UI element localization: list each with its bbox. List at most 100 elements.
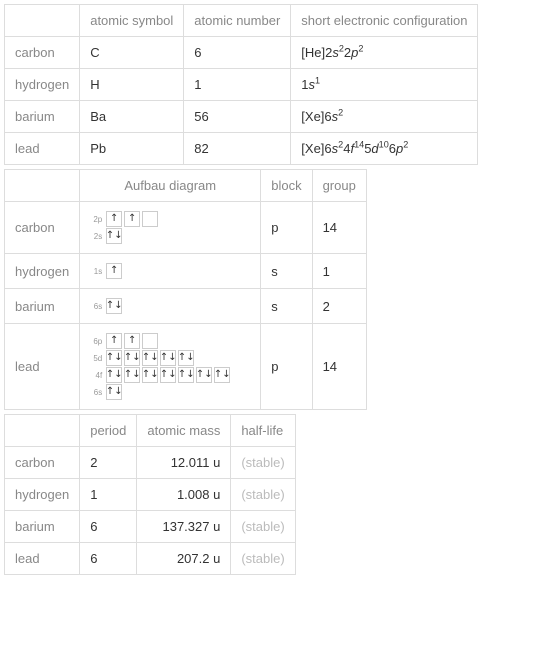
table-row: leadPb82[Xe]6s24f145d106p2 bbox=[5, 133, 478, 165]
orbital-box-icon: ↑↓ bbox=[106, 367, 122, 383]
atomic-symbol: C bbox=[80, 37, 184, 69]
element-name: carbon bbox=[5, 202, 80, 254]
orbital-box-icon: ↑↓ bbox=[106, 228, 122, 244]
orbital-box-icon: ↑↓ bbox=[142, 367, 158, 383]
orbital-box-icon: ↑ bbox=[106, 211, 122, 227]
orbital-box-icon: ↑↓ bbox=[214, 367, 230, 383]
orbital-label: 5d bbox=[90, 354, 102, 363]
atomic-mass-value: 207.2 u bbox=[137, 543, 231, 575]
orbital-box-icon: ↑↓ bbox=[142, 350, 158, 366]
col-atomic-number: atomic number bbox=[184, 5, 291, 37]
table-row: carbon 2p ↑↑ 2s ↑↓ p14 bbox=[5, 202, 367, 254]
element-name: barium bbox=[5, 511, 80, 543]
orbital-row: 2p ↑↑ bbox=[90, 211, 250, 227]
orbital-box-icon: ↑↓ bbox=[160, 350, 176, 366]
orbital-box-icon: ↑ bbox=[106, 263, 122, 279]
table-row: hydrogen 1s↑ s1 bbox=[5, 254, 367, 289]
atomic-symbol: Ba bbox=[80, 101, 184, 133]
block-value: p bbox=[261, 324, 312, 410]
orbital-row: 6s ↑↓ bbox=[90, 298, 250, 314]
orbital-box-icon: ↑ bbox=[124, 211, 140, 227]
table-row: hydrogen11.008 u(stable) bbox=[5, 479, 296, 511]
orbital-label: 2s bbox=[90, 232, 102, 241]
electron-config: [Xe]6s2 bbox=[291, 101, 478, 133]
blank-header bbox=[5, 415, 80, 447]
group-value: 14 bbox=[312, 202, 366, 254]
table-row: lead6207.2 u(stable) bbox=[5, 543, 296, 575]
col-period: period bbox=[80, 415, 137, 447]
period-value: 6 bbox=[80, 511, 137, 543]
period-value: 6 bbox=[80, 543, 137, 575]
electron-config: [He]2s22p2 bbox=[291, 37, 478, 69]
half-life-value: (stable) bbox=[231, 479, 295, 511]
table-row: barium6s↑↓s2 bbox=[5, 289, 367, 324]
element-name: carbon bbox=[5, 37, 80, 69]
orbital-row: 1s↑ bbox=[90, 263, 250, 279]
col-atomic-mass: atomic mass bbox=[137, 415, 231, 447]
element-name: hydrogen bbox=[5, 69, 80, 101]
orbital-box-icon: ↑ bbox=[106, 333, 122, 349]
group-value: 14 bbox=[312, 324, 366, 410]
orbital-row: 2s ↑↓ bbox=[90, 228, 250, 244]
col-short-config: short electronic configuration bbox=[291, 5, 478, 37]
electron-config: 1s1 bbox=[291, 69, 478, 101]
orbital-box-icon: ↑↓ bbox=[178, 367, 194, 383]
element-name: lead bbox=[5, 133, 80, 165]
orbital-label: 2p bbox=[90, 215, 102, 224]
orbital-box-icon: ↑↓ bbox=[124, 350, 140, 366]
col-block: block bbox=[261, 170, 312, 202]
table-row: carbon212.011 u(stable) bbox=[5, 447, 296, 479]
orbital-box-icon: ↑↓ bbox=[124, 367, 140, 383]
period-value: 1 bbox=[80, 479, 137, 511]
orbital-row: 6p↑↑ bbox=[90, 333, 250, 349]
half-life-value: (stable) bbox=[231, 543, 295, 575]
group-value: 1 bbox=[312, 254, 366, 289]
table-row: barium6137.327 u(stable) bbox=[5, 511, 296, 543]
atomic-symbol: H bbox=[80, 69, 184, 101]
atomic-number: 56 bbox=[184, 101, 291, 133]
element-name: hydrogen bbox=[5, 254, 80, 289]
blank-header bbox=[5, 5, 80, 37]
table-row: hydrogenH11s1 bbox=[5, 69, 478, 101]
orbital-row: 6s ↑↓ bbox=[90, 384, 250, 400]
element-name: hydrogen bbox=[5, 479, 80, 511]
block-value: s bbox=[261, 254, 312, 289]
element-name: lead bbox=[5, 543, 80, 575]
aufbau-diagram: 6p↑↑5d↑↓↑↓↑↓↑↓↑↓4f↑↓↑↓↑↓↑↓↑↓↑↓↑↓6s↑↓ bbox=[80, 324, 261, 410]
orbital-box-icon: ↑↓ bbox=[106, 384, 122, 400]
period-value: 2 bbox=[80, 447, 137, 479]
element-name: carbon bbox=[5, 447, 80, 479]
atomic-mass-value: 12.011 u bbox=[137, 447, 231, 479]
orbital-box-icon bbox=[142, 333, 158, 349]
orbital-box-icon: ↑↓ bbox=[178, 350, 194, 366]
atomic-mass-value: 1.008 u bbox=[137, 479, 231, 511]
block-value: p bbox=[261, 202, 312, 254]
orbital-box-icon: ↑↓ bbox=[106, 298, 122, 314]
orbital-label: 4f bbox=[90, 371, 102, 380]
electron-config: [Xe]6s24f145d106p2 bbox=[291, 133, 478, 165]
col-aufbau: Aufbau diagram bbox=[80, 170, 261, 202]
table-row: carbonC6[He]2s22p2 bbox=[5, 37, 478, 69]
orbital-row: 5d↑↓↑↓↑↓↑↓↑↓ bbox=[90, 350, 250, 366]
element-name: barium bbox=[5, 289, 80, 324]
aufbau-diagram: 6s ↑↓ bbox=[80, 289, 261, 324]
orbital-box-icon: ↑↓ bbox=[196, 367, 212, 383]
properties-table-3: period atomic mass half-life carbon212.0… bbox=[4, 414, 296, 575]
table-row: lead6p↑↑5d↑↓↑↓↑↓↑↓↑↓4f↑↓↑↓↑↓↑↓↑↓↑↓↑↓6s↑↓… bbox=[5, 324, 367, 410]
properties-table-2: Aufbau diagram block group carbon2p↑↑2s↑… bbox=[4, 169, 367, 410]
half-life-value: (stable) bbox=[231, 511, 295, 543]
col-group: group bbox=[312, 170, 366, 202]
orbital-box-icon: ↑↓ bbox=[106, 350, 122, 366]
orbital-label: 6s bbox=[90, 302, 102, 311]
atomic-number: 1 bbox=[184, 69, 291, 101]
orbital-row: 4f↑↓↑↓↑↓↑↓↑↓↑↓↑↓ bbox=[90, 367, 250, 383]
col-atomic-symbol: atomic symbol bbox=[80, 5, 184, 37]
orbital-label: 6s bbox=[90, 388, 102, 397]
element-name: lead bbox=[5, 324, 80, 410]
atomic-symbol: Pb bbox=[80, 133, 184, 165]
orbital-box-icon: ↑ bbox=[124, 333, 140, 349]
blank-header bbox=[5, 170, 80, 202]
col-half-life: half-life bbox=[231, 415, 295, 447]
aufbau-diagram: 1s↑ bbox=[80, 254, 261, 289]
element-name: barium bbox=[5, 101, 80, 133]
